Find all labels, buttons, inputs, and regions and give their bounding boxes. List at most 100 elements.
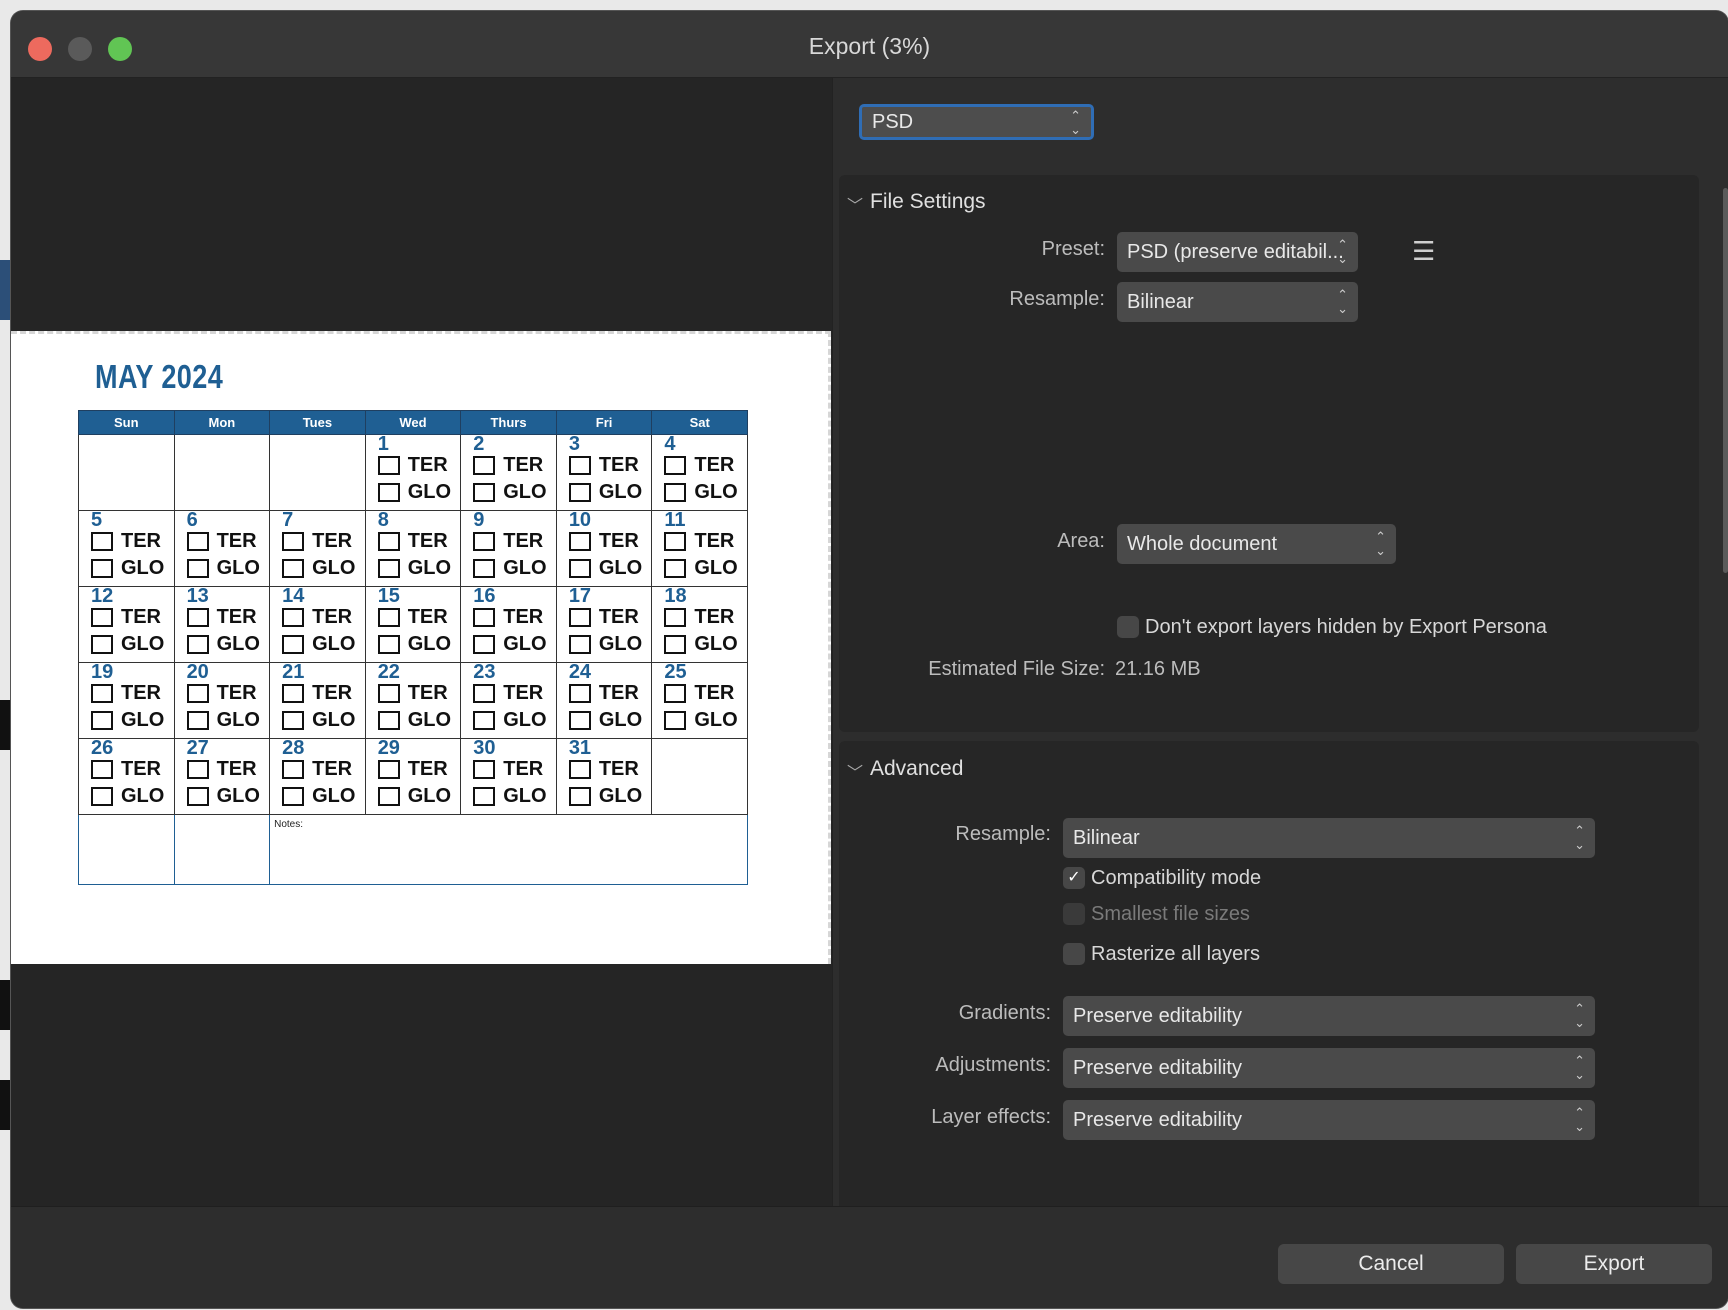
glo-option: GLO xyxy=(377,709,451,732)
adjustments-label: Adjustments: xyxy=(935,1054,1051,1076)
checkbox-square-icon xyxy=(377,635,400,654)
resample-select[interactable]: Bilinear ⌃ ⌄ xyxy=(1117,282,1358,322)
chevron-up-down-icon: ⌃ ⌄ xyxy=(1574,1105,1585,1134)
cancel-button[interactable]: Cancel xyxy=(1278,1244,1504,1284)
checkbox-square-icon xyxy=(568,635,591,654)
checkbox-square-icon xyxy=(282,684,305,703)
ter-option: TER xyxy=(186,530,257,553)
weekday-header-row: Sun Mon Tues Wed Thurs Fri Sat xyxy=(78,410,748,435)
glo-option: GLO xyxy=(473,785,547,808)
advanced-resample-select[interactable]: Bilinear ⌃ ⌄ xyxy=(1063,818,1595,858)
ter-option: TER xyxy=(282,606,352,629)
settings-panel: PSD ⌃ ⌄ ﹀ File Settings Preset: PSD (pres… xyxy=(832,78,1728,1221)
calendar-cell: 7 TER GLO xyxy=(269,509,366,587)
checkbox-square-icon xyxy=(186,684,209,703)
smallest-file-sizes-checkbox[interactable] xyxy=(1063,903,1085,925)
layer-effects-select[interactable]: Preserve editability ⌃ ⌄ xyxy=(1063,1100,1595,1140)
calendar-week-row: 12 TER GLO 13 TER GLO 14 TER GLO 15 TER GLO 16 TER GLO… xyxy=(78,585,748,663)
glo-label: GLO xyxy=(121,709,165,731)
calendar-cell: 14 TER GLO xyxy=(269,585,366,663)
rasterize-layers-label: Rasterize all layers xyxy=(1091,943,1260,965)
ter-label: TER xyxy=(598,530,639,552)
checkbox-square-icon xyxy=(473,684,496,703)
chevron-down-icon[interactable]: ﹀ xyxy=(847,759,863,783)
calendar-cell: 20 TER GLO xyxy=(173,661,271,739)
ter-option: TER xyxy=(664,606,734,629)
day-number: 30 xyxy=(473,737,496,759)
glo-label: GLO xyxy=(312,633,356,655)
ter-option: TER xyxy=(664,682,734,705)
advanced-heading[interactable]: Advanced xyxy=(870,757,963,781)
format-select[interactable]: PSD ⌃ ⌄ xyxy=(859,104,1094,140)
day-number: 24 xyxy=(568,661,592,683)
dialog-footer: Cancel Export xyxy=(11,1206,1728,1308)
area-select[interactable]: Whole document ⌃ ⌄ xyxy=(1117,524,1396,564)
ter-option: TER xyxy=(473,454,543,477)
ter-option: TER xyxy=(473,606,543,629)
checkbox-square-icon xyxy=(473,787,496,806)
resample-label: Resample: xyxy=(1009,288,1105,310)
day-number: 10 xyxy=(568,509,592,531)
calendar-title: MAY 2024 xyxy=(95,358,224,395)
ter-option: TER xyxy=(377,606,448,629)
hidden-layers-checkbox[interactable] xyxy=(1117,616,1139,638)
day-number: 18 xyxy=(664,585,687,607)
checkbox-square-icon xyxy=(91,760,113,779)
checkbox-square-icon xyxy=(186,787,209,806)
ter-label: TER xyxy=(694,606,735,628)
ter-option: TER xyxy=(91,530,161,553)
adjustments-select[interactable]: Preserve editability ⌃ ⌄ xyxy=(1063,1048,1595,1088)
ter-label: TER xyxy=(598,682,639,704)
gradients-select[interactable]: Preserve editability ⌃ ⌄ xyxy=(1063,996,1595,1036)
chevron-down-icon[interactable]: ﹀ xyxy=(847,192,863,216)
rasterize-layers-checkbox[interactable] xyxy=(1063,943,1085,965)
notes-label: Notes: xyxy=(274,819,304,830)
checkbox-square-icon xyxy=(91,787,113,806)
layer-effects-label: Layer effects: xyxy=(931,1106,1051,1128)
weekday-header: Fri xyxy=(555,410,653,435)
glo-option: GLO xyxy=(377,557,451,580)
calendar-cell xyxy=(173,434,271,511)
preset-menu-icon[interactable]: ☰ xyxy=(1412,238,1435,264)
ter-label: TER xyxy=(407,758,448,780)
compatibility-mode-checkbox[interactable]: ✓ xyxy=(1063,867,1085,889)
glo-label: GLO xyxy=(694,481,738,503)
checkbox-square-icon xyxy=(282,608,305,627)
checkbox-square-icon xyxy=(282,559,305,578)
title-bar: Export (3%) xyxy=(11,11,1728,78)
export-button[interactable]: Export xyxy=(1516,1244,1712,1284)
ter-label: TER xyxy=(216,606,257,628)
day-number: 5 xyxy=(91,509,103,531)
chevron-up-down-icon: ⌃ ⌄ xyxy=(1574,1053,1585,1082)
day-number: 11 xyxy=(664,509,686,531)
glo-option: GLO xyxy=(664,709,738,732)
preset-select[interactable]: PSD (preserve editabil... ⌃ ⌄ xyxy=(1117,232,1358,272)
calendar-cell: 9 TER GLO xyxy=(460,509,557,587)
calendar-cell: 19 TER GLO xyxy=(78,661,175,739)
glo-label: GLO xyxy=(216,785,260,807)
calendar-cell: 26 TER GLO xyxy=(78,737,175,815)
calendar-week-row: 19 TER GLO 20 TER GLO 21 TER GLO 22 TER GLO 23 TER GLO… xyxy=(78,661,748,739)
checkbox-square-icon xyxy=(568,760,591,779)
ter-label: TER xyxy=(121,758,161,780)
preset-select-value: PSD (preserve editabil... xyxy=(1127,241,1344,263)
checkbox-square-icon xyxy=(91,635,113,654)
checkbox-square-icon xyxy=(282,760,305,779)
glo-option: GLO xyxy=(377,785,451,808)
export-preview[interactable]: MAY 2024 Sun Mon Tues Wed Thurs Fri Sat … xyxy=(11,78,832,1219)
calendar-cell xyxy=(651,738,748,815)
calendar-cell: 10 TER GLO xyxy=(555,509,653,587)
checkbox-square-icon xyxy=(91,532,113,551)
checkbox-square-icon xyxy=(473,635,496,654)
panel-scrollbar[interactable] xyxy=(1723,188,1728,573)
checkbox-square-icon xyxy=(664,635,687,654)
ter-option: TER xyxy=(377,530,448,553)
glo-label: GLO xyxy=(694,557,738,579)
ter-option: TER xyxy=(664,530,734,553)
day-number: 14 xyxy=(282,585,305,607)
ter-option: TER xyxy=(186,606,257,629)
file-settings-heading[interactable]: File Settings xyxy=(870,190,986,214)
glo-label: GLO xyxy=(312,709,356,731)
checkbox-square-icon xyxy=(91,559,113,578)
weekday-header: Mon xyxy=(173,410,271,435)
